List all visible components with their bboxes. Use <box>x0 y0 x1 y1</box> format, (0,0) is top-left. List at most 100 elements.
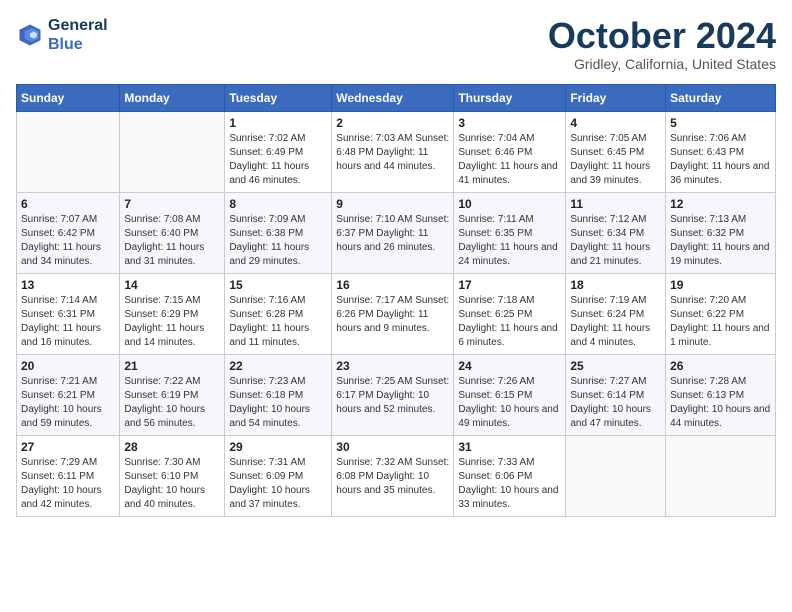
day-number: 5 <box>670 116 771 130</box>
calendar-cell: 22Sunrise: 7:23 AM Sunset: 6:18 PM Dayli… <box>225 354 332 435</box>
week-row-3: 13 Sunrise: 7:14 AM Sunset: 6:31 PM Dayli… <box>17 273 776 354</box>
day-number: 1 <box>229 116 327 130</box>
day-number: 7 <box>124 197 220 211</box>
calendar-cell: 16 Sunrise: 7:17 AM Sunset: 6:26 PM Dayli… <box>332 273 454 354</box>
day-number: 2 <box>336 116 449 130</box>
header-saturday: Saturday <box>666 84 776 111</box>
calendar-cell: 13 Sunrise: 7:14 AM Sunset: 6:31 PM Dayli… <box>17 273 120 354</box>
calendar-cell: 4 Sunrise: 7:05 AM Sunset: 6:45 PM Daylig… <box>566 111 666 192</box>
day-info: Sunrise: 7:21 AM Sunset: 6:21 PM Dayligh… <box>21 375 115 431</box>
calendar-cell: 17 Sunrise: 7:18 AM Sunset: 6:25 PM Dayli… <box>454 273 566 354</box>
day-number: 28 <box>124 440 220 454</box>
day-info: Sunrise: 7:06 AM Sunset: 6:43 PM Dayligh… <box>670 132 771 188</box>
day-number: 20 <box>21 359 115 373</box>
calendar-cell <box>120 111 225 192</box>
day-info: Sunrise: 7:25 AM Sunset: 6:17 PM Dayligh… <box>336 375 449 417</box>
day-number: 31 <box>458 440 561 454</box>
day-number: 23 <box>336 359 449 373</box>
calendar-cell: 10 Sunrise: 7:11 AM Sunset: 6:35 PM Dayli… <box>454 192 566 273</box>
day-info: Sunrise: 7:31 AM Sunset: 6:09 PM Dayligh… <box>229 456 327 512</box>
day-info: Sunrise: 7:22 AM Sunset: 6:19 PM Dayligh… <box>124 375 220 431</box>
day-number: 8 <box>229 197 327 211</box>
logo-icon <box>16 21 44 49</box>
day-number: 3 <box>458 116 561 130</box>
calendar-cell: 14 Sunrise: 7:15 AM Sunset: 6:29 PM Dayli… <box>120 273 225 354</box>
day-info: Sunrise: 7:27 AM Sunset: 6:14 PM Dayligh… <box>570 375 661 431</box>
week-row-2: 6 Sunrise: 7:07 AM Sunset: 6:42 PM Daylig… <box>17 192 776 273</box>
calendar-cell: 1 Sunrise: 7:02 AM Sunset: 6:49 PM Daylig… <box>225 111 332 192</box>
calendar-cell <box>17 111 120 192</box>
day-info: Sunrise: 7:14 AM Sunset: 6:31 PM Dayligh… <box>21 294 115 350</box>
calendar-cell: 23 Sunrise: 7:25 AM Sunset: 6:17 PM Dayli… <box>332 354 454 435</box>
header-thursday: Thursday <box>454 84 566 111</box>
day-number: 14 <box>124 278 220 292</box>
title-block: October 2024 Gridley, California, United… <box>548 16 776 72</box>
logo: General Blue <box>16 16 108 54</box>
page-header: General Blue October 2024 Gridley, Calif… <box>16 16 776 72</box>
day-info: Sunrise: 7:19 AM Sunset: 6:24 PM Dayligh… <box>570 294 661 350</box>
header-monday: Monday <box>120 84 225 111</box>
calendar-cell: 27Sunrise: 7:29 AM Sunset: 6:11 PM Dayli… <box>17 435 120 516</box>
day-number: 6 <box>21 197 115 211</box>
day-info: Sunrise: 7:26 AM Sunset: 6:15 PM Dayligh… <box>458 375 561 431</box>
day-info: Sunrise: 7:09 AM Sunset: 6:38 PM Dayligh… <box>229 213 327 269</box>
calendar-cell: 11 Sunrise: 7:12 AM Sunset: 6:34 PM Dayli… <box>566 192 666 273</box>
calendar-cell: 26 Sunrise: 7:28 AM Sunset: 6:13 PM Dayli… <box>666 354 776 435</box>
week-row-5: 27Sunrise: 7:29 AM Sunset: 6:11 PM Dayli… <box>17 435 776 516</box>
day-info: Sunrise: 7:12 AM Sunset: 6:34 PM Dayligh… <box>570 213 661 269</box>
calendar-cell: 12 Sunrise: 7:13 AM Sunset: 6:32 PM Dayli… <box>666 192 776 273</box>
week-row-1: 1 Sunrise: 7:02 AM Sunset: 6:49 PM Daylig… <box>17 111 776 192</box>
day-info: Sunrise: 7:07 AM Sunset: 6:42 PM Dayligh… <box>21 213 115 269</box>
day-info: Sunrise: 7:11 AM Sunset: 6:35 PM Dayligh… <box>458 213 561 269</box>
calendar-cell: 8 Sunrise: 7:09 AM Sunset: 6:38 PM Daylig… <box>225 192 332 273</box>
day-info: Sunrise: 7:13 AM Sunset: 6:32 PM Dayligh… <box>670 213 771 269</box>
day-info: Sunrise: 7:28 AM Sunset: 6:13 PM Dayligh… <box>670 375 771 431</box>
day-number: 18 <box>570 278 661 292</box>
calendar-cell: 29 Sunrise: 7:31 AM Sunset: 6:09 PM Dayli… <box>225 435 332 516</box>
calendar-cell: 5 Sunrise: 7:06 AM Sunset: 6:43 PM Daylig… <box>666 111 776 192</box>
day-number: 24 <box>458 359 561 373</box>
day-number: 12 <box>670 197 771 211</box>
day-info: Sunrise: 7:20 AM Sunset: 6:22 PM Dayligh… <box>670 294 771 350</box>
day-info: Sunrise: 7:10 AM Sunset: 6:37 PM Dayligh… <box>336 213 449 255</box>
calendar-cell: 9 Sunrise: 7:10 AM Sunset: 6:37 PM Daylig… <box>332 192 454 273</box>
calendar-cell: 24 Sunrise: 7:26 AM Sunset: 6:15 PM Dayli… <box>454 354 566 435</box>
day-number: 10 <box>458 197 561 211</box>
day-number: 26 <box>670 359 771 373</box>
day-info: Sunrise: 7:02 AM Sunset: 6:49 PM Dayligh… <box>229 132 327 188</box>
day-number: 27 <box>21 440 115 454</box>
calendar-cell <box>666 435 776 516</box>
day-number: 30 <box>336 440 449 454</box>
day-number: 4 <box>570 116 661 130</box>
calendar-table: SundayMondayTuesdayWednesdayThursdayFrid… <box>16 84 776 517</box>
calendar-cell: 21 Sunrise: 7:22 AM Sunset: 6:19 PM Dayli… <box>120 354 225 435</box>
calendar-cell: 18 Sunrise: 7:19 AM Sunset: 6:24 PM Dayli… <box>566 273 666 354</box>
day-number: 19 <box>670 278 771 292</box>
day-info: Sunrise: 7:05 AM Sunset: 6:45 PM Dayligh… <box>570 132 661 188</box>
calendar-cell: 25Sunrise: 7:27 AM Sunset: 6:14 PM Dayli… <box>566 354 666 435</box>
day-info: Sunrise: 7:17 AM Sunset: 6:26 PM Dayligh… <box>336 294 449 336</box>
day-info: Sunrise: 7:18 AM Sunset: 6:25 PM Dayligh… <box>458 294 561 350</box>
day-info: Sunrise: 7:15 AM Sunset: 6:29 PM Dayligh… <box>124 294 220 350</box>
calendar-cell: 2Sunrise: 7:03 AM Sunset: 6:48 PM Daylig… <box>332 111 454 192</box>
day-number: 17 <box>458 278 561 292</box>
day-info: Sunrise: 7:16 AM Sunset: 6:28 PM Dayligh… <box>229 294 327 350</box>
day-number: 29 <box>229 440 327 454</box>
header-wednesday: Wednesday <box>332 84 454 111</box>
day-number: 16 <box>336 278 449 292</box>
logo-text: General Blue <box>48 16 108 54</box>
day-number: 9 <box>336 197 449 211</box>
day-number: 22 <box>229 359 327 373</box>
calendar-cell: 7 Sunrise: 7:08 AM Sunset: 6:40 PM Daylig… <box>120 192 225 273</box>
week-row-4: 20 Sunrise: 7:21 AM Sunset: 6:21 PM Dayli… <box>17 354 776 435</box>
day-number: 21 <box>124 359 220 373</box>
location: Gridley, California, United States <box>548 56 776 72</box>
day-info: Sunrise: 7:08 AM Sunset: 6:40 PM Dayligh… <box>124 213 220 269</box>
header-row: SundayMondayTuesdayWednesdayThursdayFrid… <box>17 84 776 111</box>
header-sunday: Sunday <box>17 84 120 111</box>
day-number: 11 <box>570 197 661 211</box>
day-number: 15 <box>229 278 327 292</box>
header-tuesday: Tuesday <box>225 84 332 111</box>
day-number: 13 <box>21 278 115 292</box>
day-info: Sunrise: 7:30 AM Sunset: 6:10 PM Dayligh… <box>124 456 220 512</box>
